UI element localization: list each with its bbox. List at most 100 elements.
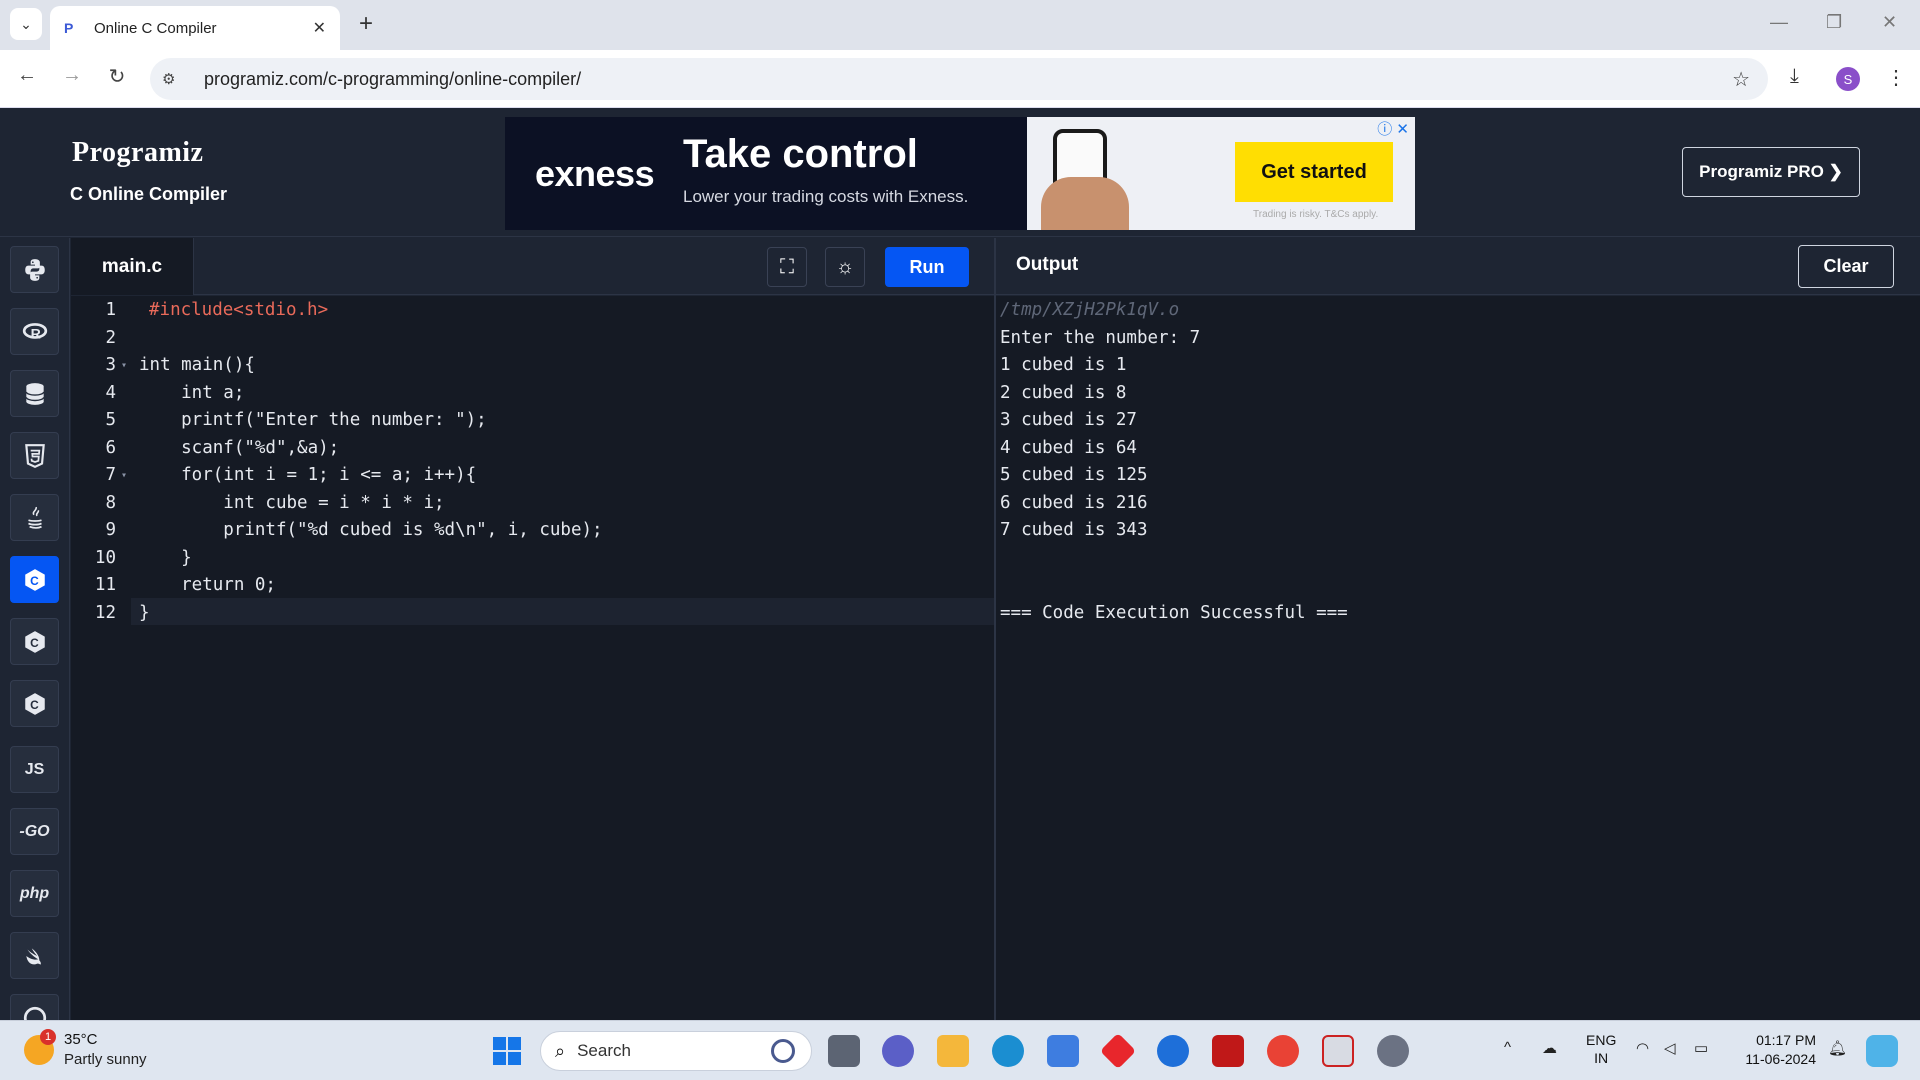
fullscreen-icon[interactable]: ⛶: [767, 247, 807, 287]
onedrive-cloud-icon[interactable]: ☁: [1542, 1039, 1557, 1057]
clear-button[interactable]: Clear: [1798, 245, 1894, 288]
swift-icon[interactable]: [10, 932, 59, 979]
code-line: }: [139, 602, 150, 623]
svg-text:C: C: [30, 573, 39, 587]
teams-chat-icon[interactable]: [882, 1035, 914, 1067]
cpp-icon[interactable]: C: [10, 618, 59, 665]
address-bar[interactable]: ⚙ programiz.com/c-programming/online-com…: [150, 58, 1768, 100]
file-tab-main-c[interactable]: main.c: [71, 238, 194, 295]
minimize-icon[interactable]: —: [1770, 12, 1788, 33]
settings-gear-icon[interactable]: [1377, 1035, 1409, 1067]
code-line: printf("%d cubed is %d\n", i, cube);: [139, 520, 603, 540]
output-line: 4 cubed is 64: [1000, 437, 1137, 458]
snipping-tool-icon[interactable]: [1322, 1035, 1354, 1067]
bookmark-star-icon[interactable]: ☆: [1732, 67, 1750, 92]
rust-icon[interactable]: [10, 994, 59, 1020]
ad-cta-button[interactable]: Get started: [1235, 142, 1393, 202]
tab-close-button[interactable]: ✕: [313, 18, 326, 38]
search-icon: ⌕: [555, 1040, 566, 1061]
line-number: 10: [94, 547, 116, 568]
advertisement-banner[interactable]: exness Take control Lower your trading c…: [505, 117, 1415, 230]
weather-badge: 1: [40, 1029, 56, 1045]
java-icon[interactable]: [10, 494, 59, 541]
javascript-icon[interactable]: JS: [10, 746, 59, 793]
output-line: 7 cubed is 343: [1000, 520, 1148, 540]
forward-icon[interactable]: →: [57, 64, 87, 87]
profile-avatar[interactable]: S: [1836, 67, 1860, 91]
ad-close-icon[interactable]: ⓘ ✕: [1377, 118, 1409, 139]
close-window-icon[interactable]: ✕: [1882, 12, 1897, 33]
output-title: Output: [1016, 254, 1079, 275]
fold-arrow-icon[interactable]: ▾: [121, 470, 127, 481]
taskbar-search[interactable]: ⌕ Search: [540, 1031, 812, 1071]
language-code: ENG: [1586, 1032, 1617, 1048]
region-code: IN: [1594, 1050, 1609, 1066]
microsoft-store-icon[interactable]: [1047, 1035, 1079, 1067]
sql-database-icon[interactable]: [10, 370, 59, 417]
reload-icon[interactable]: ↻: [102, 64, 132, 89]
ad-subline: Lower your trading costs with Exness.: [683, 187, 969, 206]
output-line: 1 cubed is 1: [1000, 355, 1127, 375]
task-view-icon[interactable]: [828, 1035, 860, 1067]
copilot-icon[interactable]: [1866, 1035, 1898, 1067]
tab-title: Online C Compiler: [94, 19, 217, 37]
browser-tabbar: ⌄ P Online C Compiler ✕ + — ❐ ✕: [0, 0, 1920, 50]
output-line: 2 cubed is 8: [1000, 382, 1127, 403]
programiz-pro-button[interactable]: Programiz PRO ❯: [1682, 147, 1860, 197]
file-explorer-icon[interactable]: [937, 1035, 969, 1067]
site-info-icon[interactable]: ⚙: [162, 70, 190, 88]
windows-start-icon[interactable]: [493, 1037, 521, 1065]
python-icon[interactable]: [10, 246, 59, 293]
show-hidden-icons-icon[interactable]: ^: [1504, 1039, 1511, 1056]
page-subtitle: C Online Compiler: [70, 184, 228, 204]
browser-tab[interactable]: P Online C Compiler ✕: [50, 6, 340, 50]
svg-text:R: R: [30, 325, 40, 341]
theme-toggle-icon[interactable]: ☼: [825, 247, 865, 287]
download-icon[interactable]: ⤓: [1790, 65, 1799, 88]
notification-bell-icon[interactable]: 🔔︎: [1828, 1039, 1847, 1057]
ad-brand: exness: [535, 153, 655, 194]
mcafee-icon[interactable]: [1212, 1035, 1244, 1067]
html5-icon[interactable]: [10, 432, 59, 479]
c-language-icon[interactable]: C: [10, 556, 59, 603]
help-icon[interactable]: [1157, 1035, 1189, 1067]
url-text[interactable]: programiz.com/c-programming/online-compi…: [204, 69, 1732, 90]
code-editor[interactable]: 1 2 3 4 5 6 7 8 9 10 11 12 ▾ ▾ #include<…: [71, 296, 995, 1020]
chrome-icon[interactable]: [1267, 1035, 1299, 1067]
weather-temperature[interactable]: 35°C: [64, 1031, 98, 1048]
ad-headline: Take control: [683, 132, 918, 176]
line-number: 8: [105, 492, 116, 513]
ad-hand-image: [1041, 177, 1129, 230]
battery-icon[interactable]: ▭: [1694, 1039, 1708, 1057]
edge-browser-icon[interactable]: [992, 1035, 1024, 1067]
execution-status: === Code Execution Successful ===: [1000, 602, 1348, 623]
back-icon[interactable]: ←: [12, 64, 42, 87]
volume-icon[interactable]: ◁: [1664, 1039, 1676, 1057]
programiz-logo[interactable]: Programiz: [72, 137, 203, 169]
output-toolbar: Output Clear: [996, 238, 1920, 295]
r-icon[interactable]: R: [10, 308, 59, 355]
weather-description[interactable]: Partly sunny: [64, 1051, 147, 1068]
anydesk-icon[interactable]: [1099, 1032, 1137, 1070]
csharp-icon[interactable]: C: [10, 680, 59, 727]
php-icon[interactable]: php: [10, 870, 59, 917]
new-tab-button[interactable]: +: [352, 10, 380, 38]
system-clock[interactable]: 01:17 PM 11-06-2024: [1736, 1031, 1816, 1069]
ad-disclaimer: Trading is risky. T&Cs apply.: [1253, 209, 1379, 220]
go-icon[interactable]: -GO: [10, 808, 59, 855]
line-number: 11: [94, 575, 116, 595]
clock-time: 01:17 PM: [1756, 1032, 1816, 1048]
fold-arrow-icon[interactable]: ▾: [121, 360, 127, 371]
code-line: int cube = i * i * i;: [139, 492, 445, 513]
tab-search-dropdown[interactable]: ⌄: [10, 8, 42, 40]
browser-menu-icon[interactable]: ⋮: [1886, 65, 1906, 90]
search-placeholder: Search: [577, 1041, 631, 1060]
output-line: 5 cubed is 125: [1000, 465, 1148, 485]
language-indicator[interactable]: ENG IN: [1586, 1031, 1616, 1067]
programiz-favicon-icon: P: [64, 20, 74, 36]
wifi-icon[interactable]: ◠: [1636, 1039, 1649, 1057]
run-button[interactable]: Run: [885, 247, 969, 287]
output-line: Enter the number: 7: [1000, 327, 1201, 348]
output-panel: /tmp/XZjH2Pk1qV.o Enter the number: 7 1 …: [996, 296, 1920, 1020]
restore-icon[interactable]: ❐: [1826, 12, 1842, 33]
